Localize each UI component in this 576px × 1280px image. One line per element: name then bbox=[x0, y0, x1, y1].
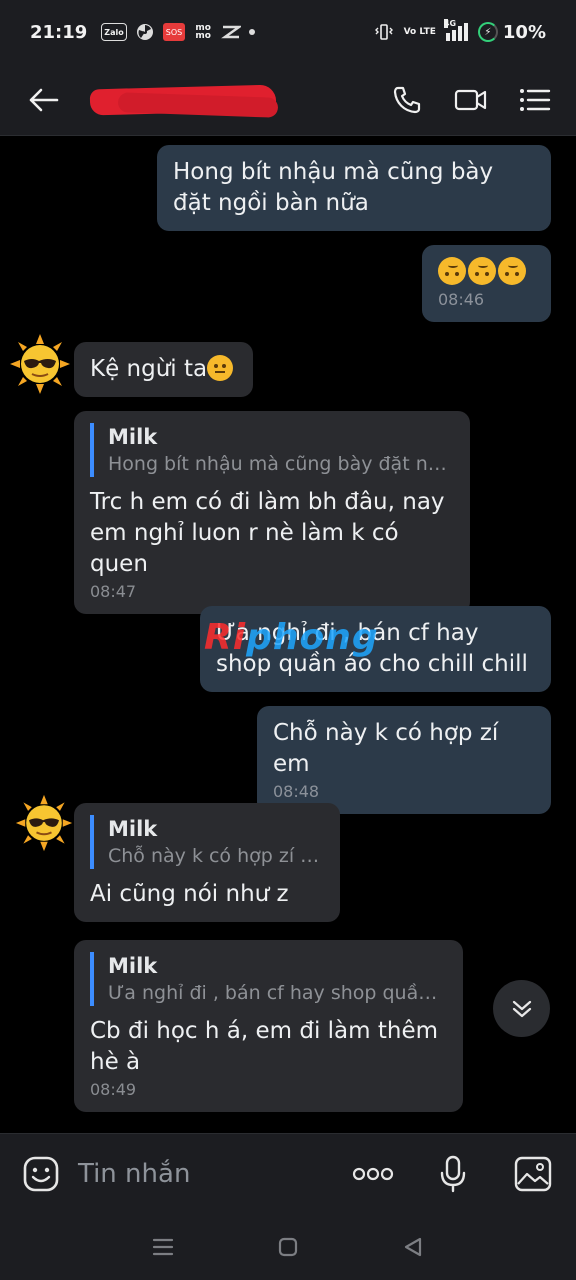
back-button[interactable] bbox=[24, 80, 64, 120]
arrow-left-icon bbox=[29, 88, 59, 111]
signal-icon: 4G bbox=[443, 19, 468, 41]
message-text: Ưa nghỉ đi , bán cf hay shop quần áo cho… bbox=[216, 620, 528, 677]
message-bubble-incoming[interactable]: Milk Ưa nghỉ đi , bán cf hay shop quần á… bbox=[74, 940, 463, 1112]
recents-button[interactable] bbox=[143, 1227, 183, 1267]
radiation-icon bbox=[135, 23, 155, 41]
home-button[interactable] bbox=[268, 1227, 308, 1267]
battery-charging-icon: ⚡ bbox=[477, 22, 498, 42]
reply-quote[interactable]: Milk Chỗ này k có hợp zí em bbox=[90, 815, 324, 869]
message-bubble-incoming[interactable]: Milk Chỗ này k có hợp zí em Ai cũng nói … bbox=[74, 803, 340, 922]
battery-indicator: ⚡ 10% bbox=[477, 21, 546, 43]
quote-text: Hong bít nhậu mà cũng bày đặt ngồ... bbox=[108, 453, 454, 475]
quote-text: Ưa nghỉ đi , bán cf hay shop quần á... bbox=[108, 982, 447, 1004]
vibrate-icon bbox=[374, 23, 394, 41]
volte-icon: Vo LTE bbox=[403, 26, 436, 37]
message-text: Chỗ này k có hợp zí em bbox=[273, 720, 499, 777]
reply-quote[interactable]: Milk Hong bít nhậu mà cũng bày đặt ngồ..… bbox=[90, 423, 454, 477]
message-time: 08:47 bbox=[90, 582, 137, 601]
message-time: 08:46 bbox=[438, 290, 485, 309]
chat-header bbox=[0, 64, 576, 136]
message-list[interactable]: Hong bít nhậu mà cũng bày đặt ngồi bàn n… bbox=[0, 137, 576, 1132]
home-square-icon bbox=[278, 1237, 298, 1256]
back-triangle-icon bbox=[405, 1237, 422, 1256]
microphone-icon bbox=[440, 1155, 466, 1192]
quote-sender: Milk bbox=[108, 425, 158, 449]
message-input[interactable]: Tin nhắn bbox=[78, 1159, 352, 1189]
composer: Tin nhắn bbox=[0, 1133, 576, 1213]
more-dots-icon bbox=[352, 1167, 394, 1180]
message-time: 08:48 bbox=[273, 782, 320, 801]
sticker-button[interactable] bbox=[20, 1153, 62, 1195]
contact-name-redacted[interactable] bbox=[89, 83, 288, 118]
unamused-face-icon bbox=[207, 355, 234, 381]
list-menu-icon bbox=[520, 88, 551, 111]
message-time: 08:49 bbox=[90, 1080, 137, 1099]
recents-menu-icon bbox=[152, 1238, 173, 1255]
message-bubble-outgoing[interactable]: Ưa nghỉ đi , bán cf hay shop quần áo cho… bbox=[200, 606, 551, 692]
upside-down-face-icon bbox=[438, 257, 466, 285]
scroll-to-bottom-button[interactable] bbox=[493, 980, 550, 1037]
smiley-sticker-icon bbox=[23, 1156, 59, 1191]
phone-icon bbox=[393, 86, 421, 113]
network-type: 4G bbox=[443, 19, 457, 28]
message-text: Trc h em có đi làm bh đâu, nay em nghỉ l… bbox=[90, 489, 445, 577]
voice-call-button[interactable] bbox=[390, 83, 424, 117]
message-bubble-incoming[interactable]: Milk Hong bít nhậu mà cũng bày đặt ngồ..… bbox=[74, 411, 470, 614]
sos-icon: SOS bbox=[162, 23, 186, 41]
message-text: Hong bít nhậu mà cũng bày đặt ngồi bàn n… bbox=[173, 159, 494, 216]
video-call-button[interactable] bbox=[454, 83, 488, 117]
zalo-icon: Zalo bbox=[101, 23, 127, 41]
more-notifications-dot bbox=[249, 29, 256, 35]
battery-percent: 10% bbox=[502, 21, 546, 43]
more-options-button[interactable] bbox=[352, 1153, 394, 1195]
quote-text: Chỗ này k có hợp zí em bbox=[108, 845, 324, 867]
double-chevron-down-icon bbox=[512, 1000, 531, 1017]
upside-down-face-icon bbox=[468, 257, 496, 285]
options-menu-button[interactable] bbox=[518, 83, 552, 117]
system-navigation-bar bbox=[0, 1213, 576, 1280]
message-bubble-incoming[interactable]: Kệ ngừi ta bbox=[74, 342, 253, 397]
status-bar: 21:19 Zalo SOS mo mo Vo LTE 4G ⚡ 10% bbox=[0, 0, 576, 64]
message-bubble-outgoing[interactable]: 08:46 bbox=[422, 245, 551, 322]
message-bubble-outgoing[interactable]: Hong bít nhậu mà cũng bày đặt ngồi bàn n… bbox=[157, 145, 551, 231]
quote-sender: Milk bbox=[108, 954, 158, 978]
quote-sender: Milk bbox=[108, 817, 158, 841]
system-back-button[interactable] bbox=[393, 1227, 433, 1267]
video-camera-icon bbox=[454, 89, 487, 110]
upside-down-face-icon bbox=[498, 257, 526, 285]
sun-sunglasses-avatar-icon bbox=[15, 794, 73, 852]
message-text: Kệ ngừi ta bbox=[90, 354, 237, 385]
status-time: 21:19 bbox=[30, 21, 88, 43]
message-text: Cb đi học h á, em đi làm thêm hè à bbox=[90, 1018, 438, 1075]
voice-message-button[interactable] bbox=[432, 1153, 474, 1195]
message-text: Ai cũng nói như z bbox=[90, 881, 289, 907]
message-text bbox=[438, 257, 535, 288]
photo-button[interactable] bbox=[512, 1153, 554, 1195]
capcut-icon bbox=[221, 23, 242, 41]
contact-avatar[interactable] bbox=[14, 793, 78, 857]
contact-avatar[interactable] bbox=[8, 332, 72, 396]
momo-icon: mo mo bbox=[195, 23, 211, 41]
image-icon bbox=[514, 1156, 552, 1191]
message-bubble-outgoing[interactable]: Chỗ này k có hợp zí em 08:48 bbox=[257, 706, 551, 814]
reply-quote[interactable]: Milk Ưa nghỉ đi , bán cf hay shop quần á… bbox=[90, 952, 447, 1006]
sun-sunglasses-avatar-icon bbox=[10, 334, 70, 394]
